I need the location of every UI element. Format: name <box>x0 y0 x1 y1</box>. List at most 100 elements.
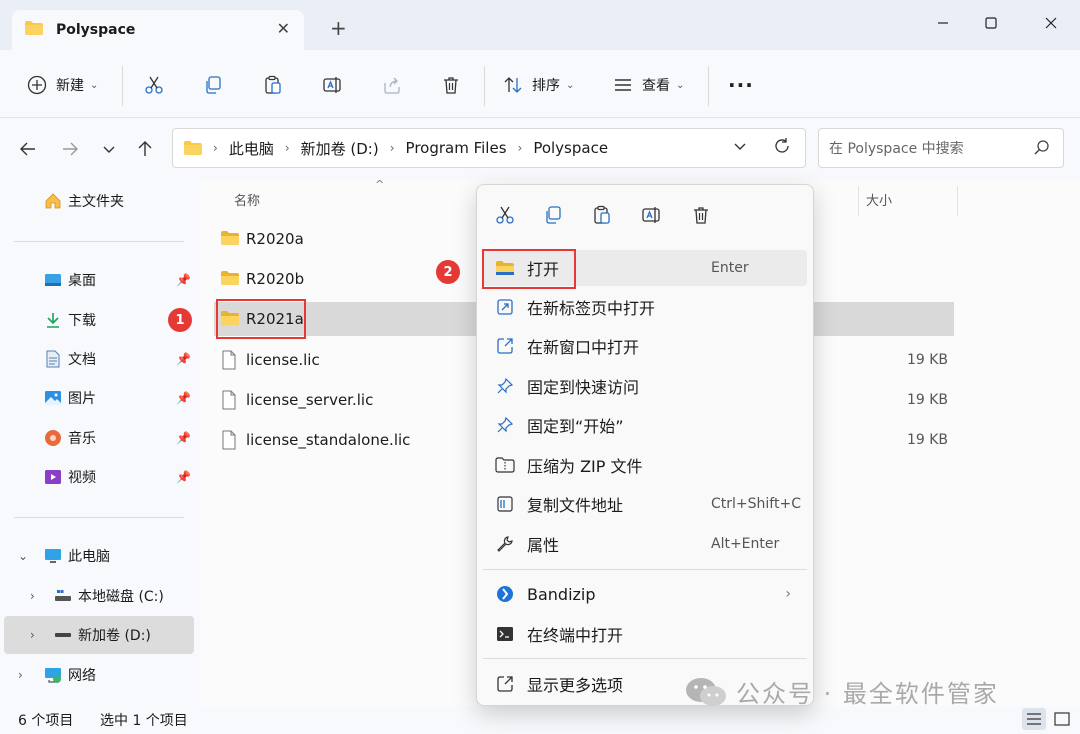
search-placeholder: 在 Polyspace 中搜索 <box>829 141 964 157</box>
trash-icon <box>440 74 462 96</box>
menu-item-pin-start[interactable]: 固定到“开始” <box>483 407 807 443</box>
chevron-down-icon: ⌄ <box>676 79 685 91</box>
back-button[interactable] <box>16 138 40 160</box>
new-tab-button[interactable]: + <box>330 18 347 38</box>
chevron-right-icon[interactable]: › <box>18 668 23 682</box>
search-box[interactable]: 在 Polyspace 中搜索 <box>818 128 1064 168</box>
refresh-button[interactable] <box>773 137 791 160</box>
plus-circle-icon <box>26 74 48 96</box>
minimize-button[interactable] <box>928 10 958 36</box>
pin-icon: 📌 <box>176 470 191 484</box>
sidebar-item-pictures[interactable]: 图片 📌 <box>0 379 194 417</box>
sidebar-item-desktop[interactable]: 桌面 📌 <box>0 261 194 299</box>
ctx-cut-button[interactable] <box>493 203 517 227</box>
sidebar-item-drive-c[interactable]: › 本地磁盘 (C:) <box>0 577 194 615</box>
breadcrumb-drive-d[interactable]: 新加卷 (D:) <box>301 138 379 159</box>
open-new-window-icon <box>495 336 515 356</box>
menu-item-properties[interactable]: 属性 Alt+Enter <box>483 526 807 562</box>
ctx-copy-button[interactable] <box>541 203 565 227</box>
menu-item-compress-zip[interactable]: 压缩为 ZIP 文件 <box>483 447 807 483</box>
tab-close-icon[interactable]: ✕ <box>277 19 290 38</box>
sort-button[interactable]: 排序 ⌄ <box>502 68 574 102</box>
ctx-delete-button[interactable] <box>689 203 713 227</box>
search-icon[interactable] <box>1033 139 1051 161</box>
sidebar-item-drive-d[interactable]: › 新加卷 (D:) <box>4 616 194 654</box>
details-view-button[interactable] <box>1022 708 1046 730</box>
breadcrumb-this-pc[interactable]: 此电脑 <box>229 138 274 159</box>
refresh-icon <box>775 138 789 153</box>
file-name: license_standalone.lic <box>246 431 411 449</box>
view-button[interactable]: 查看 ⌄ <box>612 68 684 102</box>
delete-button[interactable] <box>440 68 462 102</box>
more-options-button[interactable]: ··· <box>728 68 754 102</box>
sidebar-item-documents[interactable]: 文档 📌 <box>0 340 194 378</box>
folder-icon <box>183 140 203 156</box>
menu-item-label: 固定到“开始” <box>527 417 624 436</box>
address-history-dropdown[interactable] <box>733 139 747 157</box>
recent-locations-button[interactable] <box>97 138 121 160</box>
copy-button[interactable] <box>202 68 224 102</box>
view-list-icon <box>612 74 634 96</box>
terminal-icon <box>495 624 515 644</box>
share-button[interactable] <box>381 68 403 102</box>
ctx-paste-button[interactable] <box>590 203 614 227</box>
column-divider[interactable] <box>858 186 859 216</box>
pin-icon <box>495 415 515 435</box>
sidebar-item-music[interactable]: 音乐 📌 <box>0 419 194 457</box>
chevron-down-icon[interactable]: ⌄ <box>18 549 28 563</box>
menu-item-open-new-window[interactable]: 在新窗口中打开 <box>483 328 807 364</box>
file-name: R2020b <box>246 270 305 288</box>
address-row: › 此电脑 › 新加卷 (D:) › Program Files › Polys… <box>0 118 1080 180</box>
menu-item-pin-quick-access[interactable]: 固定到快速访问 <box>483 368 807 404</box>
sidebar-item-label: 音乐 <box>68 431 96 447</box>
chevron-right-icon[interactable]: › <box>30 628 35 642</box>
menu-divider <box>483 658 807 659</box>
sidebar-item-home[interactable]: 主文件夹 <box>0 182 194 220</box>
drive-icon <box>54 587 72 605</box>
rename-icon <box>642 207 660 223</box>
ctx-rename-button[interactable] <box>639 203 663 227</box>
close-button[interactable] <box>1036 10 1066 36</box>
highlight-box-r2021a <box>216 299 306 339</box>
close-icon <box>1045 17 1057 29</box>
file-name: R2020a <box>246 230 304 248</box>
menu-item-open-new-tab[interactable]: 在新标签页中打开 <box>483 289 807 325</box>
chevron-right-icon[interactable]: › <box>30 589 35 603</box>
forward-button[interactable] <box>58 138 82 160</box>
column-header-name[interactable]: 名称 <box>234 190 260 209</box>
watermark: 公众号 · 最全软件管家 <box>684 674 999 709</box>
step-badge-1: 1 <box>168 308 192 332</box>
sidebar-item-network[interactable]: › 网络 <box>0 656 194 694</box>
menu-item-open-terminal[interactable]: 在终端中打开 <box>483 616 807 652</box>
menu-item-label: 在终端中打开 <box>527 626 624 645</box>
cut-button[interactable] <box>143 68 165 102</box>
menu-item-bandizip[interactable]: Bandizip › <box>483 576 807 612</box>
sidebar-item-this-pc[interactable]: ⌄ 此电脑 <box>0 537 194 575</box>
tab-polyspace[interactable]: Polyspace ✕ <box>12 10 304 50</box>
paste-button[interactable] <box>262 68 284 102</box>
file-name: license.lic <box>246 351 320 369</box>
tiles-view-button[interactable] <box>1050 708 1074 730</box>
sidebar-item-downloads[interactable]: 下载 <box>0 301 194 339</box>
folder-icon <box>220 269 240 289</box>
maximize-button[interactable] <box>976 10 1006 36</box>
folder-icon <box>24 20 44 40</box>
desktop-icon <box>44 271 62 289</box>
breadcrumb-program-files[interactable]: Program Files <box>406 139 507 157</box>
column-divider[interactable] <box>957 186 958 216</box>
rename-button[interactable] <box>321 68 343 102</box>
pin-icon: 📌 <box>176 431 191 445</box>
sort-ascending-icon: ^ <box>375 178 385 191</box>
computer-icon <box>44 547 62 565</box>
up-button[interactable] <box>133 138 157 160</box>
menu-item-copy-path[interactable]: 复制文件地址 Ctrl+Shift+C <box>483 486 807 522</box>
file-icon <box>220 390 240 410</box>
menu-item-label: 固定到快速访问 <box>527 378 640 397</box>
sidebar-item-videos[interactable]: 视频 📌 <box>0 458 194 496</box>
chevron-right-icon: › <box>785 586 791 602</box>
column-header-size[interactable]: 大小 <box>866 190 892 209</box>
new-button[interactable]: 新建 ⌄ <box>26 68 98 102</box>
breadcrumb-polyspace[interactable]: Polyspace <box>533 139 608 157</box>
chevron-right-icon: › <box>284 141 290 155</box>
address-bar[interactable]: › 此电脑 › 新加卷 (D:) › Program Files › Polys… <box>172 128 806 168</box>
